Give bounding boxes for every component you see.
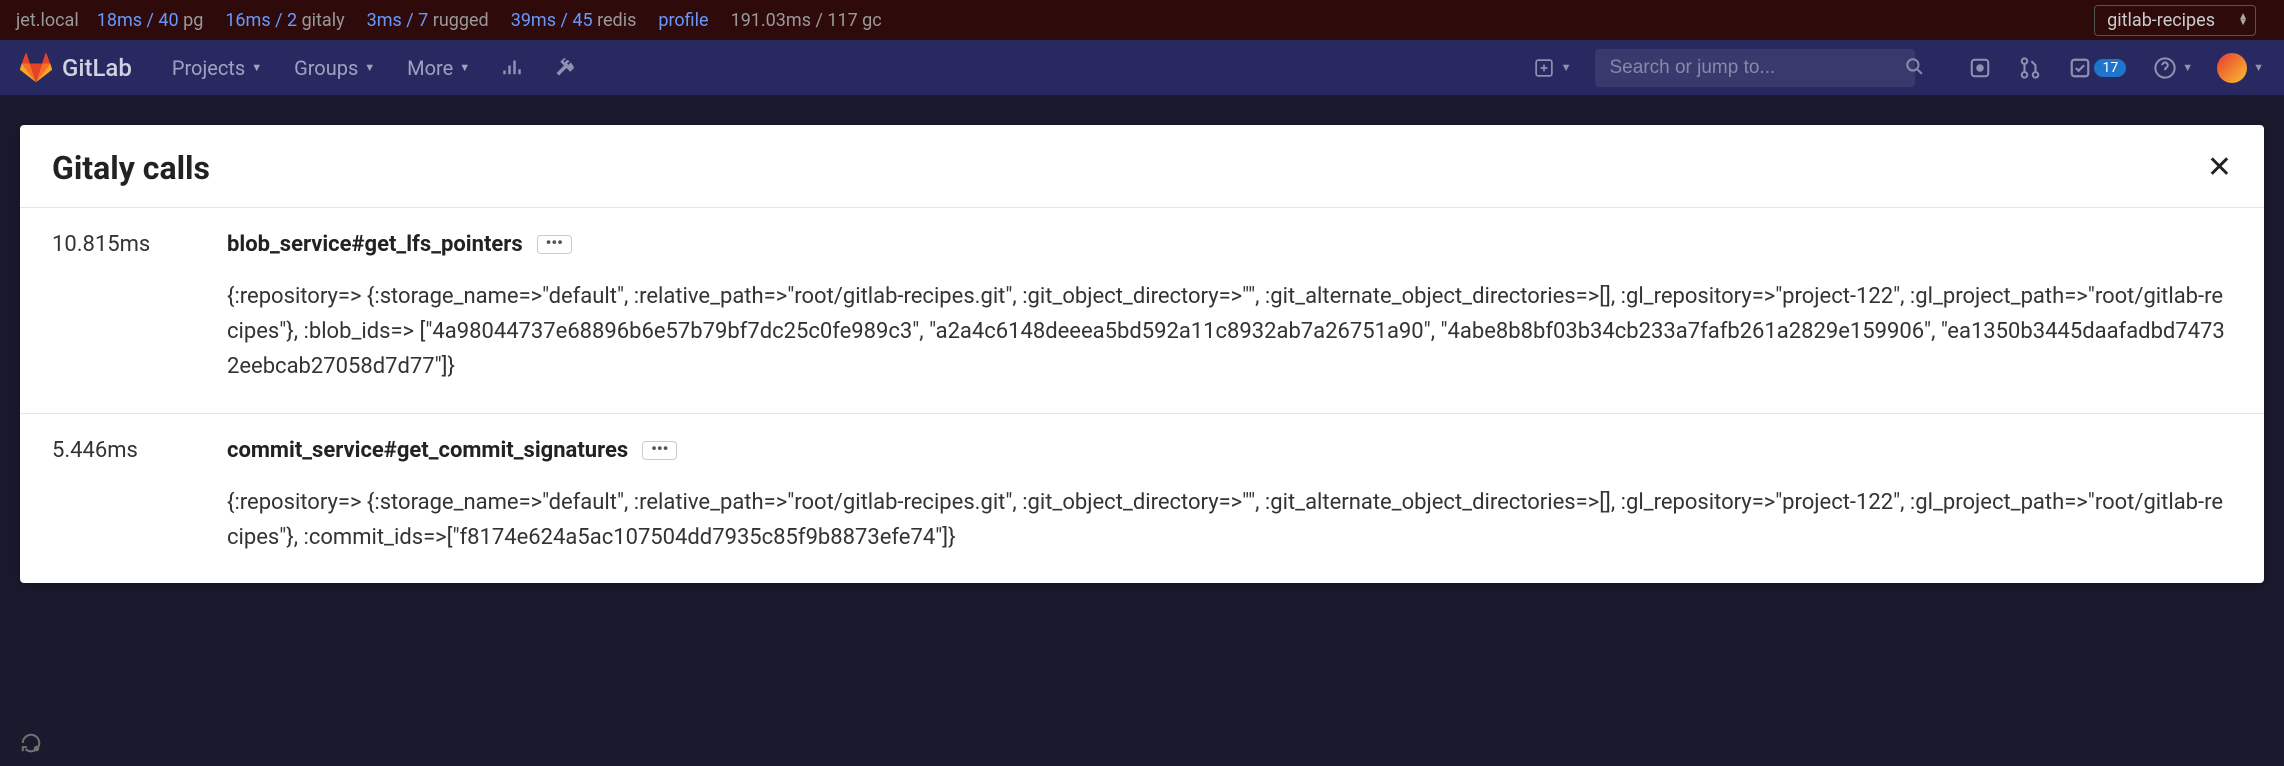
- search-input[interactable]: [1595, 49, 1915, 87]
- nav-more[interactable]: More ▼: [407, 56, 470, 80]
- activity-icon[interactable]: [502, 58, 522, 78]
- todos-badge: 17: [2094, 59, 2126, 77]
- call-detail: {:repository=> {:storage_name=>"default"…: [227, 279, 2232, 385]
- gitaly-calls-modal: Gitaly calls ✕ 10.815ms blob_service#get…: [20, 125, 2264, 583]
- chevron-down-icon: ▼: [251, 61, 262, 74]
- call-duration: 10.815ms: [52, 232, 227, 385]
- call-row: 5.446ms commit_service#get_commit_signat…: [20, 414, 2264, 583]
- performance-bar: jet.local 18ms / 40 pg 16ms / 2 gitaly 3…: [0, 0, 2284, 40]
- call-method: blob_service#get_lfs_pointers •••: [227, 232, 572, 257]
- main-nav: GitLab Projects ▼ Groups ▼ More ▼ ▼ 17: [0, 40, 2284, 95]
- expand-button[interactable]: •••: [642, 441, 677, 460]
- chevron-down-icon: ▼: [1561, 61, 1572, 74]
- chevron-down-icon: ▼: [364, 61, 375, 74]
- gitlab-logo[interactable]: GitLab: [20, 52, 132, 84]
- host-label: jet.local: [16, 10, 79, 31]
- project-selector[interactable]: gitlab-recipes ▲▼: [2094, 5, 2256, 36]
- new-dropdown[interactable]: ▼: [1535, 59, 1572, 77]
- gc-stat: 191.03ms / 117 gc: [731, 10, 882, 31]
- refresh-icon[interactable]: [20, 732, 42, 758]
- perf-metric-pg[interactable]: 18ms / 40 pg: [97, 10, 204, 31]
- call-duration: 5.446ms: [52, 438, 227, 555]
- user-avatar[interactable]: [2217, 53, 2247, 83]
- search-icon: [1905, 56, 1923, 80]
- call-row: 10.815ms blob_service#get_lfs_pointers •…: [20, 208, 2264, 414]
- profile-link[interactable]: profile: [658, 10, 708, 31]
- todos-icon[interactable]: 17: [2069, 57, 2126, 79]
- admin-icon[interactable]: [554, 58, 574, 78]
- perf-metric-redis[interactable]: 39ms / 45 redis: [511, 10, 637, 31]
- nav-groups[interactable]: Groups ▼: [294, 56, 375, 80]
- modal-title: Gitaly calls: [52, 149, 210, 187]
- expand-button[interactable]: •••: [537, 235, 572, 254]
- chevron-down-icon: ▼: [459, 61, 470, 74]
- call-detail: {:repository=> {:storage_name=>"default"…: [227, 485, 2232, 555]
- tanuki-icon: [20, 52, 52, 84]
- call-method: commit_service#get_commit_signatures •••: [227, 438, 677, 463]
- merge-requests-icon[interactable]: [2019, 57, 2041, 79]
- updown-icon: ▲▼: [2238, 14, 2248, 26]
- perf-metric-gitaly[interactable]: 16ms / 2 gitaly: [225, 10, 344, 31]
- close-icon[interactable]: ✕: [2207, 153, 2232, 183]
- issues-icon[interactable]: [1969, 57, 1991, 79]
- chevron-down-icon: ▼: [2182, 61, 2193, 74]
- help-icon[interactable]: ▼: [2154, 57, 2193, 79]
- perf-metric-rugged[interactable]: 3ms / 7 rugged: [367, 10, 489, 31]
- nav-projects[interactable]: Projects ▼: [172, 56, 262, 80]
- chevron-down-icon: ▼: [2253, 61, 2264, 74]
